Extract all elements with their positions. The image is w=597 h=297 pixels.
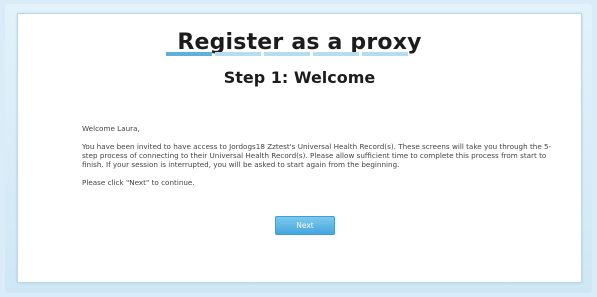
progress-step-3	[264, 52, 310, 56]
greeting-text: Welcome Laura,	[82, 124, 140, 133]
step-title: Step 1: Welcome	[223, 68, 376, 87]
progress-step-2	[215, 52, 261, 56]
step-progress-bar	[166, 52, 408, 56]
progress-step-5	[362, 52, 408, 56]
registration-card: Register as a proxy Step 1: Welcome Welc…	[17, 13, 582, 283]
welcome-content: Welcome Laura, You have been invited to …	[82, 124, 552, 196]
invitation-text: You have been invited to have access to …	[82, 142, 552, 169]
instruction-text: Please click "Next" to continue.	[82, 178, 195, 187]
progress-step-1	[166, 52, 212, 56]
next-button[interactable]: Next	[275, 216, 335, 235]
progress-step-4	[313, 52, 359, 56]
